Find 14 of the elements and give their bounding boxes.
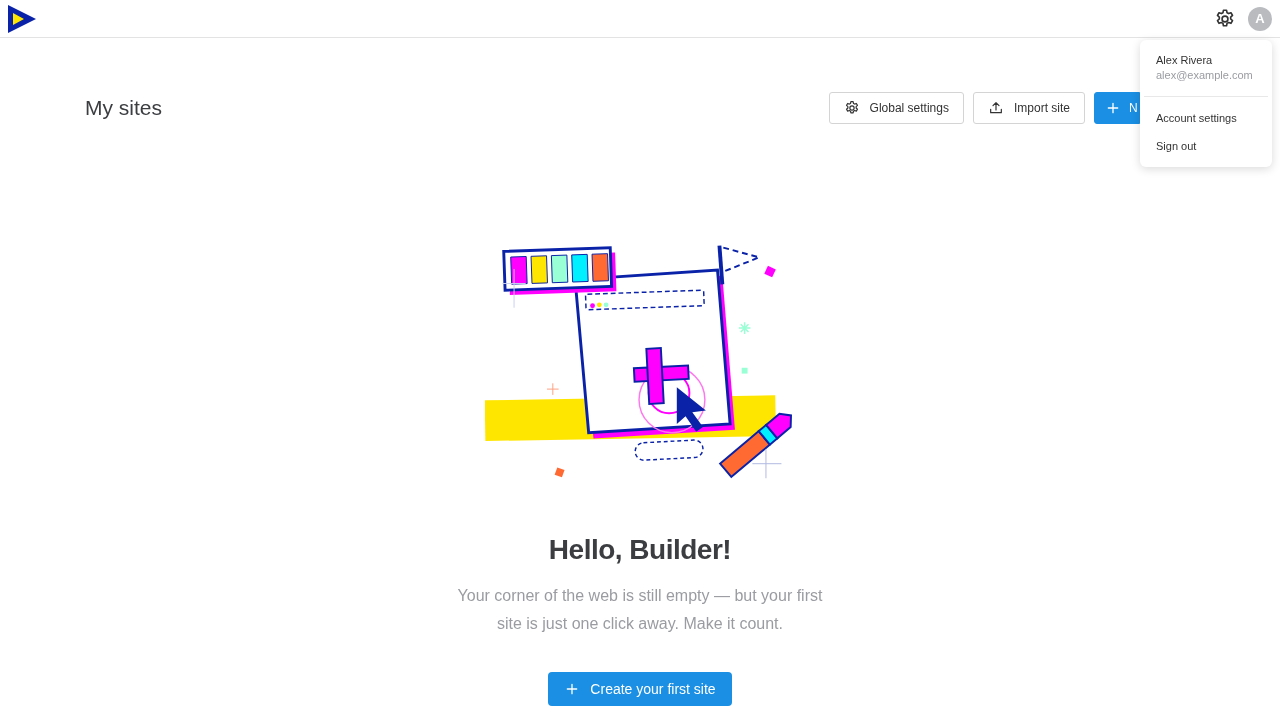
global-settings-button[interactable]: Global settings <box>828 92 964 124</box>
logo-icon[interactable] <box>8 4 36 33</box>
plus-icon <box>1105 100 1121 116</box>
upload-icon <box>988 100 1004 116</box>
empty-state-heading: Hello, Builder! <box>548 534 732 566</box>
menu-item[interactable]: Account settings <box>1140 105 1272 133</box>
gear-icon <box>843 100 860 116</box>
menu-item[interactable]: Sign out <box>1140 133 1272 161</box>
empty-state-text: Your corner of the web is still empty — but your first site is just one click away. Make it count. <box>456 586 824 634</box>
user-email: alex@example.com <box>1155 68 1254 81</box>
import-site-button[interactable]: Import site <box>973 92 1085 124</box>
page-title: My sites <box>85 96 163 120</box>
user-name: Alex Rivera <box>1155 54 1214 66</box>
settings-icon[interactable] <box>1214 7 1236 30</box>
